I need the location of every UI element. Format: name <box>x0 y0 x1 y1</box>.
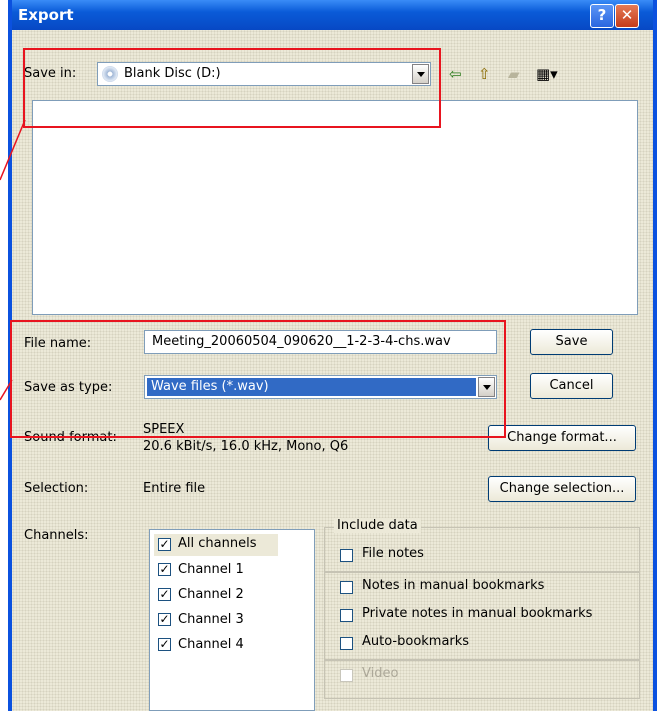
sound-format-details: 20.6 kBit/s, 16.0 kHz, Mono, Q6 <box>143 439 349 454</box>
annotation-box-save-in <box>23 48 441 128</box>
auto-bookmarks-label: Auto-bookmarks <box>362 634 470 649</box>
new-folder-icon[interactable]: ▰ <box>508 65 520 83</box>
channel-4-label: Channel 4 <box>178 637 244 652</box>
up-folder-icon[interactable]: ⇧ <box>478 65 491 83</box>
checkbox-channel-4[interactable]: ✓ <box>158 638 171 651</box>
video-label: Video <box>362 666 399 681</box>
window-title: Export <box>18 6 74 24</box>
include-data-label: Include data <box>334 518 421 533</box>
annotation-box-file-settings <box>10 320 506 438</box>
list-item[interactable]: ✓ Channel 4 <box>154 635 304 657</box>
channel-2-label: Channel 2 <box>178 587 244 602</box>
back-arrow-icon[interactable]: ⇦ <box>449 65 462 83</box>
private-notes-label: Private notes in manual bookmarks <box>362 606 593 621</box>
cancel-button[interactable]: Cancel <box>530 373 613 399</box>
channels-list: ✓ All channels ✓ Channel 1 ✓ Channel 2 ✓… <box>149 529 315 711</box>
checkbox-auto-bookmarks[interactable] <box>340 637 353 650</box>
checkbox-private-notes[interactable] <box>340 609 353 622</box>
close-button[interactable]: ✕ <box>615 4 639 28</box>
list-item[interactable]: ✓ Channel 1 <box>154 560 304 582</box>
list-item[interactable]: ✓ Channel 2 <box>154 585 304 607</box>
checkbox-channel-3[interactable]: ✓ <box>158 613 171 626</box>
all-channels-label: All channels <box>178 536 257 551</box>
help-button[interactable]: ? <box>590 4 614 28</box>
list-item[interactable]: ✓ All channels <box>154 534 278 556</box>
checkbox-video <box>340 669 353 682</box>
checkbox-notes-manual-bookmarks[interactable] <box>340 581 353 594</box>
file-notes-label: File notes <box>362 546 424 561</box>
selection-value: Entire file <box>143 481 206 496</box>
save-button[interactable]: Save <box>530 329 613 355</box>
views-menu-icon[interactable]: ▦▾ <box>536 65 558 83</box>
channel-1-label: Channel 1 <box>178 562 244 577</box>
channels-label: Channels: <box>24 528 89 543</box>
checkbox-all-channels[interactable]: ✓ <box>158 538 171 551</box>
file-list[interactable] <box>32 100 638 315</box>
checkbox-channel-2[interactable]: ✓ <box>158 588 171 601</box>
title-bar: Export ? ✕ <box>12 0 653 30</box>
checkbox-channel-1[interactable]: ✓ <box>158 563 171 576</box>
selection-label: Selection: <box>24 481 89 496</box>
change-selection-button[interactable]: Change selection... <box>488 476 636 502</box>
channel-3-label: Channel 3 <box>178 612 244 627</box>
checkbox-file-notes[interactable] <box>340 549 353 562</box>
list-item[interactable]: ✓ Channel 3 <box>154 610 304 632</box>
notes-manual-bookmarks-label: Notes in manual bookmarks <box>362 578 545 593</box>
change-format-button[interactable]: Change format... <box>488 425 636 451</box>
annotation-lines <box>0 120 26 401</box>
